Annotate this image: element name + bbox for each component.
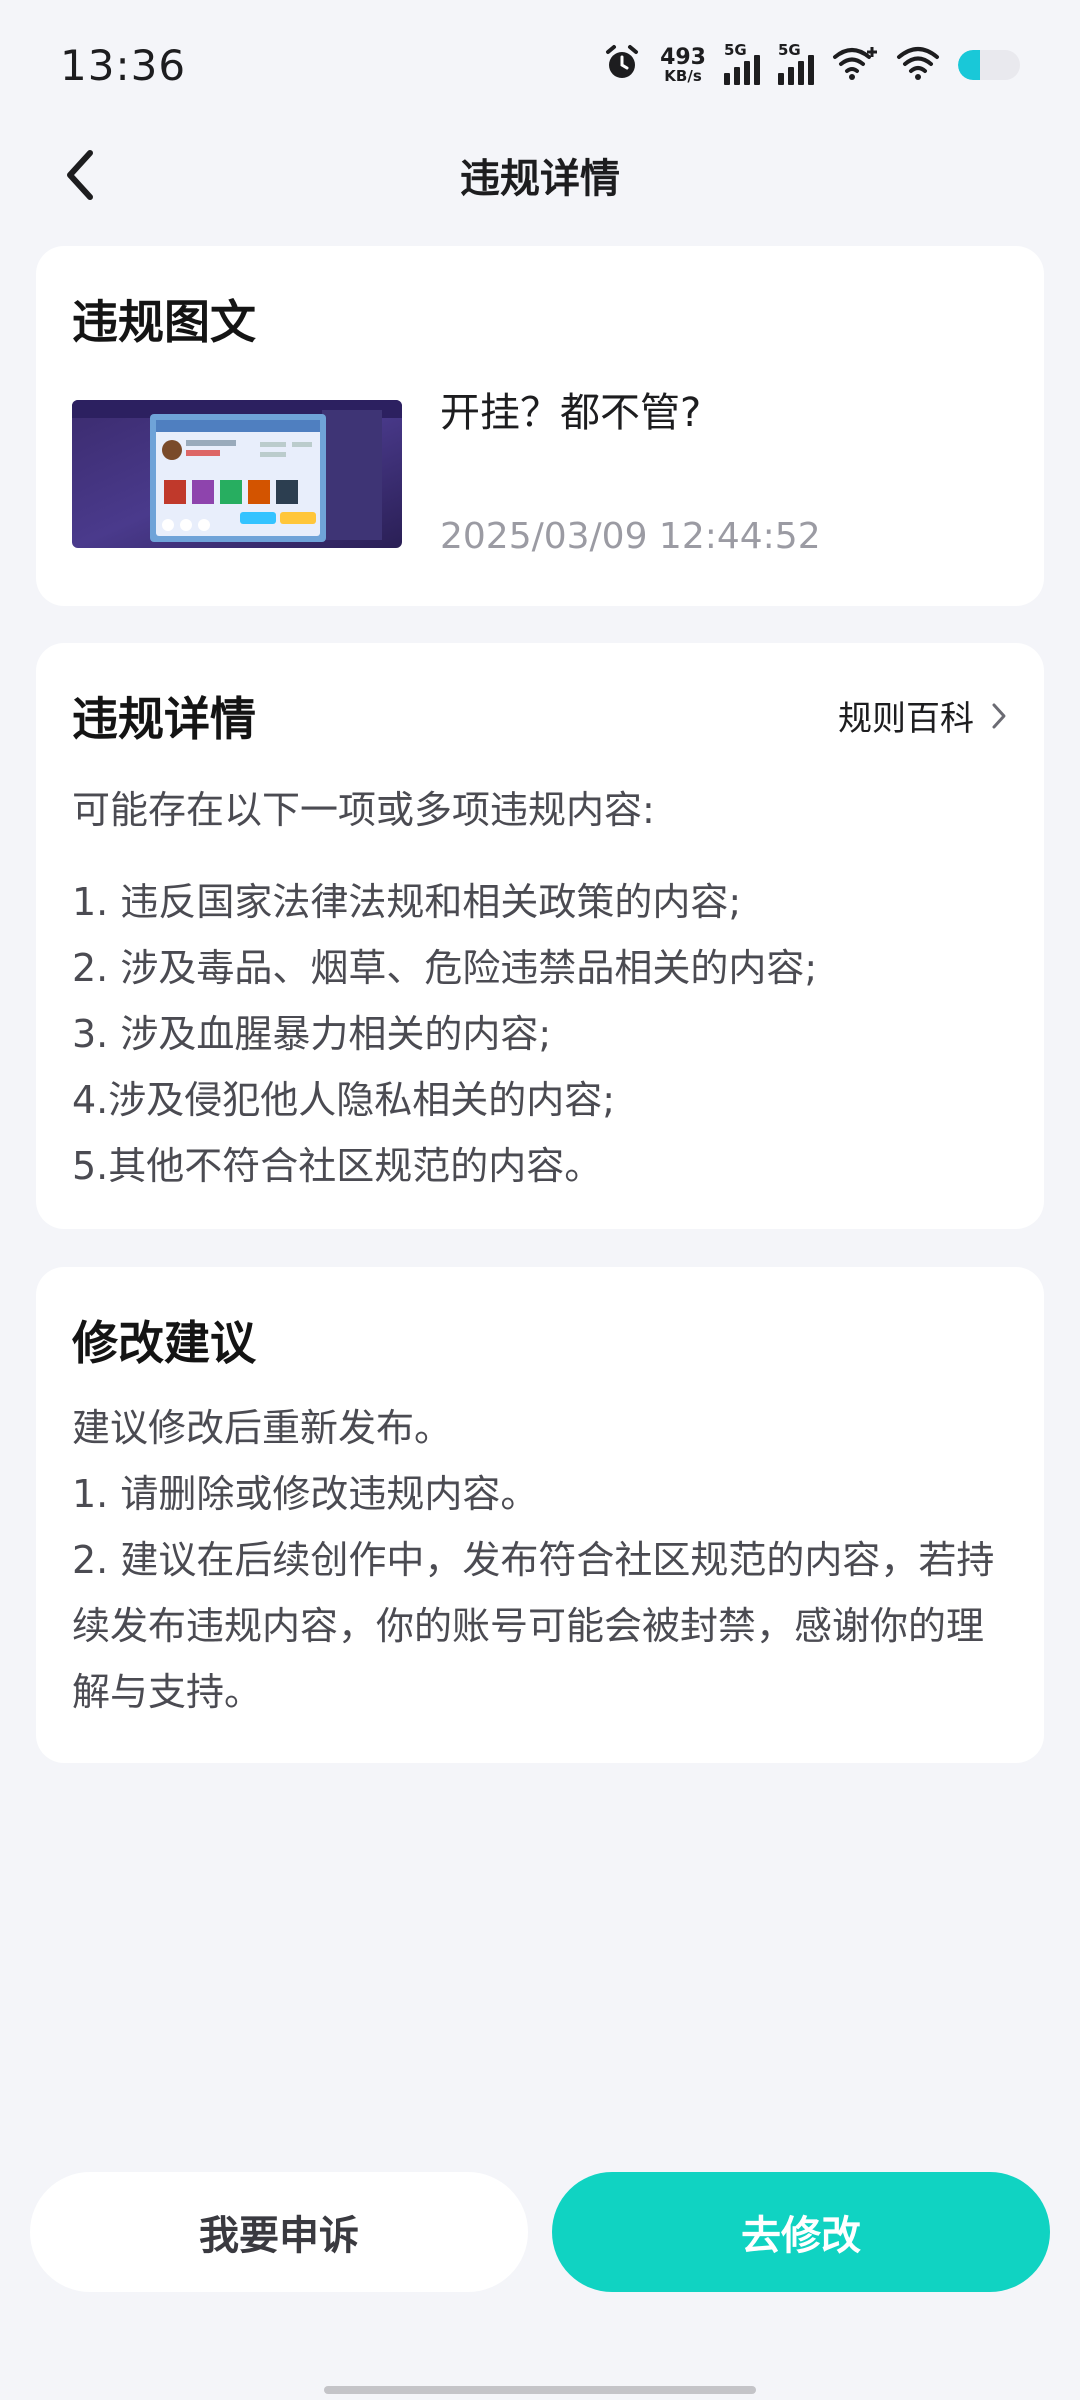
- status-bar: 13:36 493 KB/s 5G 5G: [0, 0, 1080, 130]
- battery-level: [958, 50, 980, 80]
- suggestion-line: 2. 建议在后续创作中，发布符合社区规范的内容，若持续发布违规内容，你的账号可能…: [72, 1538, 995, 1714]
- suggestion-line: 1. 请删除或修改违规内容。: [72, 1472, 539, 1516]
- signal-label: 5G: [778, 41, 801, 59]
- status-time: 13:36: [60, 40, 187, 90]
- list-item: 4.涉及侵犯他人隐私相关的内容;: [72, 1078, 616, 1122]
- list-item: 5.其他不符合社区规范的内容。: [72, 1144, 603, 1188]
- modify-button[interactable]: 去修改: [552, 2172, 1050, 2292]
- home-indicator[interactable]: [324, 2386, 756, 2394]
- signal-icon: 5G: [778, 41, 814, 85]
- list-item: 2. 涉及毒品、烟草、危险违禁品相关的内容;: [72, 946, 818, 990]
- suggestions-card: 修改建议 建议修改后重新发布。 1. 请删除或修改违规内容。 2. 建议在后续创…: [36, 1267, 1044, 1763]
- network-speed: 493 KB/s: [660, 44, 706, 85]
- nav-bar: 违规详情: [0, 130, 1080, 220]
- suggestions-body: 建议修改后重新发布。 1. 请删除或修改违规内容。 2. 建议在后续创作中，发布…: [72, 1395, 1012, 1725]
- violation-list: 1. 违反国家法律法规和相关政策的内容; 2. 涉及毒品、烟草、危险违禁品相关的…: [72, 869, 817, 1199]
- post-text: 开挂？都不管?: [440, 390, 702, 436]
- list-item: 1. 违反国家法律法规和相关政策的内容;: [72, 880, 742, 924]
- alarm-icon: [602, 43, 642, 87]
- violation-details-card: 违规详情 规则百科 可能存在以下一项或多项违规内容: 1. 违反国家法律法规和相…: [36, 643, 1044, 1229]
- suggestion-line: 建议修改后重新发布。: [72, 1406, 453, 1450]
- network-speed-unit: KB/s: [664, 66, 702, 85]
- back-button[interactable]: [50, 145, 110, 205]
- wifi-plus-icon: [832, 43, 878, 87]
- battery-icon: [958, 50, 1020, 80]
- signal-label: 5G: [724, 41, 747, 59]
- appeal-button[interactable]: 我要申诉: [30, 2172, 528, 2292]
- violation-detail-page: 13:36 493 KB/s 5G 5G 违规详情 违规图文 开挂？都不管? 2…: [0, 0, 1080, 2400]
- rules-link-label: 规则百科: [838, 699, 974, 739]
- post-timestamp: 2025/03/09 12:44:52: [440, 516, 821, 557]
- list-item: 3. 涉及血腥暴力相关的内容;: [72, 1012, 552, 1056]
- violation-details-title: 违规详情: [72, 692, 256, 746]
- post-thumbnail[interactable]: [72, 400, 402, 548]
- network-speed-value: 493: [660, 44, 706, 70]
- page-title: 违规详情: [460, 156, 620, 202]
- violation-content-card: 违规图文 开挂？都不管? 2025/03/09 12:44:52: [36, 246, 1044, 606]
- chevron-left-icon: [67, 150, 93, 200]
- rules-encyclopedia-link[interactable]: 规则百科: [838, 691, 1008, 740]
- status-icons: 493 KB/s 5G 5G: [602, 41, 1020, 87]
- signal-icon: 5G: [724, 41, 760, 85]
- wifi-icon: [896, 43, 940, 87]
- violation-intro: 可能存在以下一项或多项违规内容:: [72, 788, 655, 832]
- chevron-right-icon: [992, 703, 1006, 728]
- violation-content-title: 违规图文: [72, 295, 256, 349]
- suggestions-title: 修改建议: [72, 1316, 256, 1370]
